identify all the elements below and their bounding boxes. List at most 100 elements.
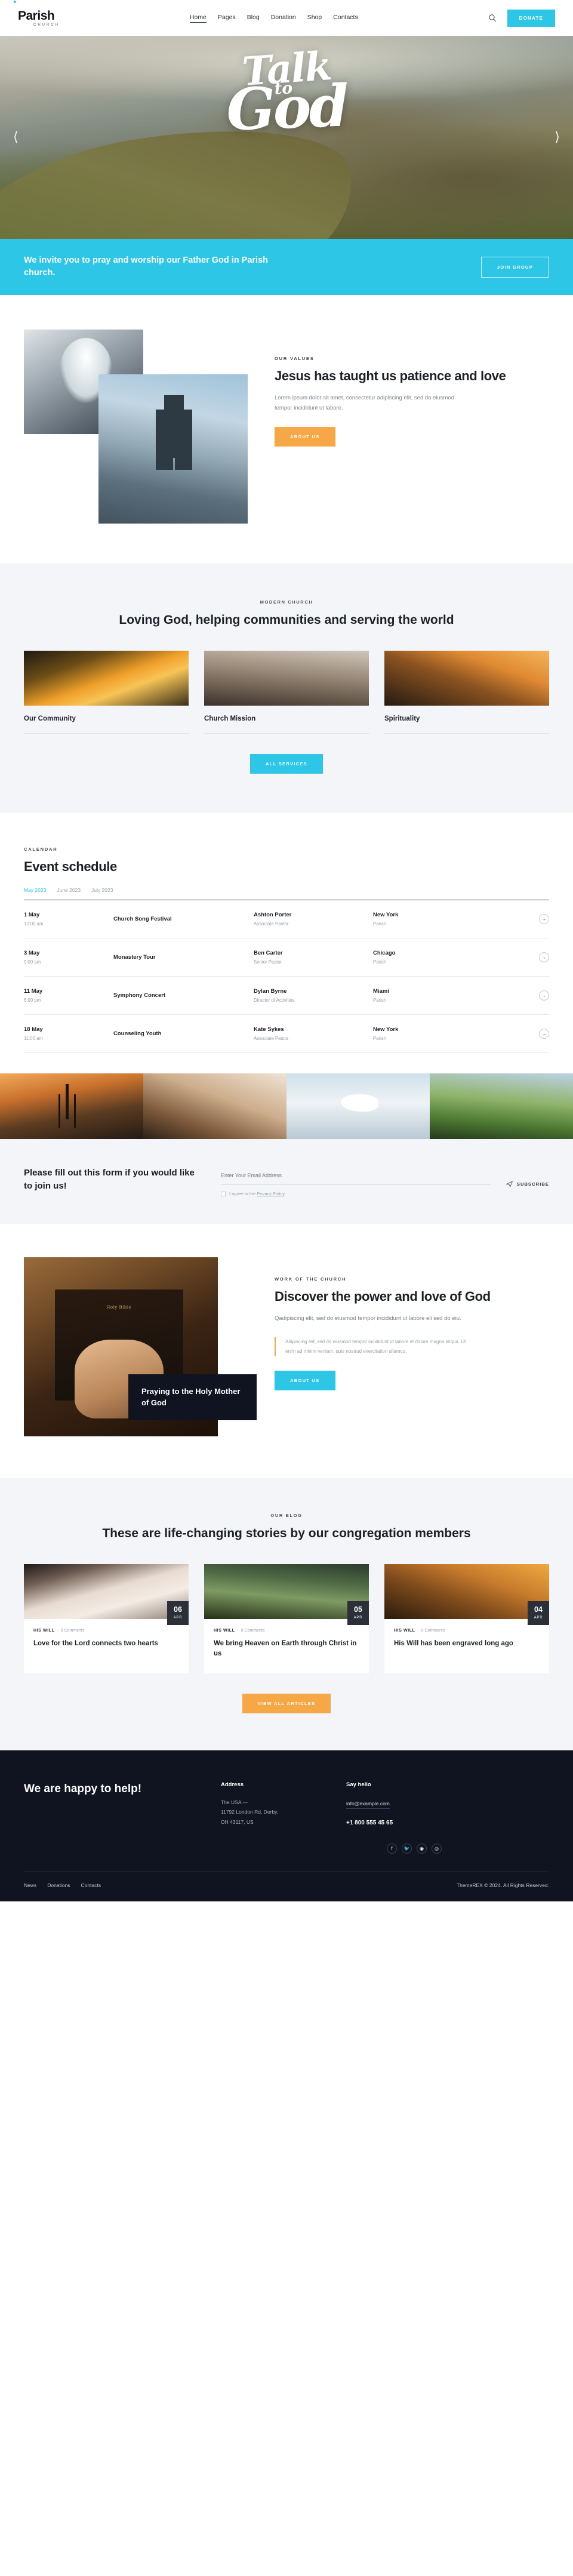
- blog-date-day: 05: [354, 1605, 362, 1614]
- main-navigation: Home Pages Blog Donation Shop Contacts: [189, 14, 358, 23]
- tab-july-2023[interactable]: July 2023: [91, 887, 113, 893]
- blog-card-category[interactable]: HIS WILL: [394, 1629, 415, 1633]
- event-time: 6:00 pm: [24, 998, 41, 1004]
- paper-plane-icon: [506, 1181, 513, 1187]
- nav-item-contacts[interactable]: Contacts: [333, 14, 358, 23]
- event-role: Director of Activities: [254, 998, 295, 1004]
- service-card[interactable]: Our Community: [24, 651, 189, 734]
- all-services-button[interactable]: ALL SERVICES: [250, 754, 323, 774]
- service-card[interactable]: Spirituality: [384, 651, 549, 734]
- email-input[interactable]: [221, 1169, 491, 1185]
- footer-link-contacts[interactable]: Contacts: [81, 1882, 101, 1888]
- twitter-icon[interactable]: 🐦: [402, 1843, 412, 1854]
- blog-card[interactable]: 04 APR HIS WILL · 0 Comments His Will ha…: [384, 1564, 549, 1673]
- event-role: Senior Pastor: [254, 959, 282, 965]
- event-city: New York: [373, 912, 399, 919]
- site-logo[interactable]: Parish CHURCH: [14, 1, 60, 27]
- blog-card-list: 06 APR HIS WILL · 0 Comments Love for th…: [24, 1564, 549, 1673]
- photo-gallery-strip: [0, 1073, 573, 1140]
- blog-date-month: APR: [173, 1615, 183, 1620]
- facebook-icon[interactable]: f: [387, 1843, 397, 1854]
- event-name: Counseling Youth: [113, 1030, 162, 1038]
- event-row[interactable]: 11 May 6:00 pm Symphony Concert Dylan By…: [24, 977, 549, 1015]
- blog-date-day: 04: [534, 1605, 543, 1614]
- blog-card-image: [24, 1564, 189, 1620]
- event-person: Dylan Byrne: [254, 988, 287, 995]
- gallery-image-dove: [286, 1073, 430, 1140]
- site-header: Parish CHURCH Home Pages Blog Donation S…: [0, 0, 573, 36]
- event-row[interactable]: 1 May 12:00 am Church Song Festival Asht…: [24, 900, 549, 939]
- power-about-button[interactable]: ABOUT US: [275, 1371, 335, 1391]
- event-arrow-right-icon[interactable]: →: [539, 952, 549, 963]
- nav-item-home[interactable]: Home: [189, 14, 207, 23]
- blog-date-month: APR: [353, 1615, 363, 1620]
- footer-address-line-2: 11792 London Rd, Derby,: [221, 1809, 279, 1815]
- view-all-articles-button[interactable]: VIEW ALL ARTICLES: [242, 1693, 331, 1713]
- gallery-image-praying-hands: [143, 1073, 286, 1140]
- tab-june-2023[interactable]: June 2023: [57, 887, 81, 893]
- values-eyebrow: OUR VALUES: [275, 356, 315, 362]
- blog-card[interactable]: 05 APR HIS WILL · 0 Comments We bring He…: [204, 1564, 369, 1673]
- dribbble-icon[interactable]: ◉: [417, 1843, 427, 1854]
- blog-card-title[interactable]: His Will has been engraved long ago: [394, 1639, 540, 1649]
- header-actions: DONATE: [488, 9, 555, 27]
- event-role: Associate Pastor: [254, 921, 289, 927]
- blog-section: OUR BLOG These are life-changing stories…: [0, 1478, 573, 1750]
- values-paragraph: Lorem ipsum dolor sit amet, consectetur …: [275, 394, 454, 412]
- footer-social-list: f 🐦 ◉ ◎: [24, 1843, 549, 1854]
- footer-email-link[interactable]: info@example.com: [346, 1801, 390, 1809]
- blog-card-comments: 0 Comments: [421, 1629, 445, 1633]
- services-card-list: Our Community Church Mission Spiritualit…: [24, 651, 549, 734]
- search-icon[interactable]: [488, 14, 497, 22]
- privacy-policy-link[interactable]: Privacy Policy: [257, 1191, 284, 1196]
- blog-card-meta: HIS WILL · 0 Comments: [214, 1629, 265, 1633]
- logo-subtitle: CHURCH: [33, 23, 60, 27]
- gallery-image-cross: [0, 1073, 143, 1140]
- nav-item-pages[interactable]: Pages: [218, 14, 236, 23]
- footer-link-donations[interactable]: Donations: [47, 1882, 70, 1888]
- blog-card[interactable]: 06 APR HIS WILL · 0 Comments Love for th…: [24, 1564, 189, 1673]
- event-city: New York: [373, 1026, 399, 1033]
- subscribe-title: Please fill out this form if you would l…: [24, 1168, 195, 1191]
- footer-phone[interactable]: +1 800 555 45 65: [346, 1820, 472, 1826]
- event-time: 9:00 am: [24, 959, 41, 965]
- values-about-button[interactable]: ABOUT US: [275, 426, 335, 447]
- service-card-title: Church Mission: [204, 715, 256, 723]
- instagram-icon[interactable]: ◎: [432, 1843, 442, 1854]
- join-group-button[interactable]: JOIN GROUP: [480, 256, 549, 278]
- blog-card-title[interactable]: Love for the Lord connects two hearts: [33, 1639, 179, 1649]
- event-row[interactable]: 3 May 9:00 am Monastery Tour Ben Carter …: [24, 938, 549, 977]
- services-section: MODERN CHURCH Loving God, helping commun…: [0, 564, 573, 814]
- service-card-divider: [204, 733, 369, 734]
- event-time: 12:00 am: [24, 921, 44, 927]
- subscribe-button[interactable]: SUBSCRIBE: [506, 1167, 549, 1187]
- nav-item-shop[interactable]: Shop: [307, 14, 322, 23]
- power-eyebrow: WORK OF THE CHURCH: [275, 1276, 347, 1282]
- service-card[interactable]: Church Mission: [204, 651, 369, 734]
- footer-contact-column: Say hello info@example.com +1 800 555 45…: [346, 1781, 472, 1827]
- service-card-divider: [384, 733, 549, 734]
- event-arrow-right-icon[interactable]: →: [539, 990, 549, 1001]
- event-arrow-right-icon[interactable]: →: [539, 914, 549, 925]
- blog-date-badge: 05 APR: [347, 1601, 369, 1625]
- tab-may-2023[interactable]: May 2023: [24, 887, 46, 893]
- blog-card-meta: HIS WILL · 0 Comments: [394, 1629, 445, 1633]
- event-time: 11:00 am: [24, 1036, 43, 1042]
- blog-card-image: [204, 1564, 369, 1620]
- service-card-image: [24, 651, 189, 706]
- nav-item-blog[interactable]: Blog: [247, 14, 260, 23]
- footer-link-news[interactable]: News: [24, 1882, 36, 1888]
- event-place: Parish: [373, 998, 387, 1004]
- hero-prev-icon[interactable]: ⟨: [13, 130, 19, 145]
- blog-date-day: 06: [174, 1605, 182, 1614]
- nav-item-donation[interactable]: Donation: [271, 14, 296, 23]
- blog-card-category[interactable]: HIS WILL: [33, 1629, 55, 1633]
- event-arrow-right-icon[interactable]: →: [539, 1029, 549, 1039]
- hero-next-icon[interactable]: ⟩: [554, 130, 560, 145]
- donate-button[interactable]: DONATE: [507, 9, 555, 27]
- privacy-checkbox[interactable]: [221, 1191, 226, 1196]
- event-row[interactable]: 18 May 11:00 am Counseling Youth Kate Sy…: [24, 1015, 549, 1054]
- blog-card-category[interactable]: HIS WILL: [214, 1629, 235, 1633]
- event-date: 3 May: [24, 950, 40, 957]
- blog-card-title[interactable]: We bring Heaven on Earth through Christ …: [214, 1639, 359, 1658]
